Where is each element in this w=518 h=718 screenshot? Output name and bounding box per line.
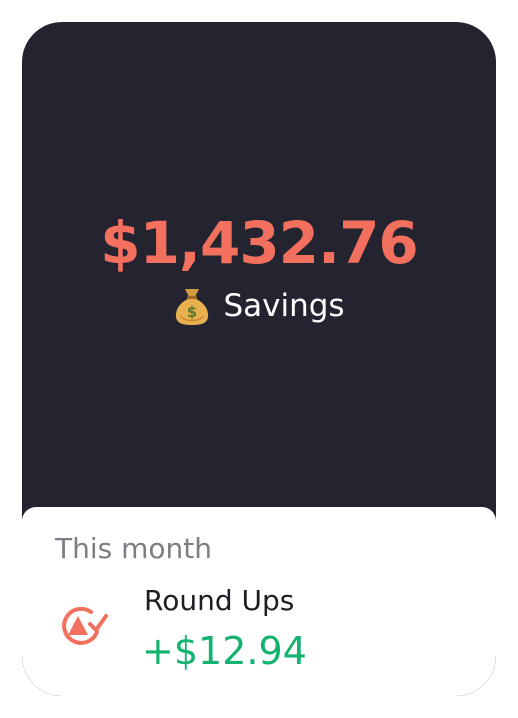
- round-ups-icon: [57, 604, 109, 650]
- svg-text:$: $: [187, 303, 197, 321]
- account-name-row: $ Savings: [22, 286, 496, 326]
- period-label: This month: [55, 532, 212, 565]
- monthly-summary-panel: This month Round Ups +$12.94: [22, 507, 496, 696]
- balance-section: $1,432.76 $ Savings: [22, 22, 496, 508]
- balance-amount: $1,432.76: [100, 209, 419, 277]
- account-label: Savings: [223, 288, 345, 324]
- round-ups-title: Round Ups: [144, 584, 295, 617]
- money-bag-icon: $: [173, 286, 211, 326]
- round-ups-value: +$12.94: [142, 629, 307, 673]
- savings-card[interactable]: $1,432.76 $ Savings This month Round Ups…: [22, 22, 496, 696]
